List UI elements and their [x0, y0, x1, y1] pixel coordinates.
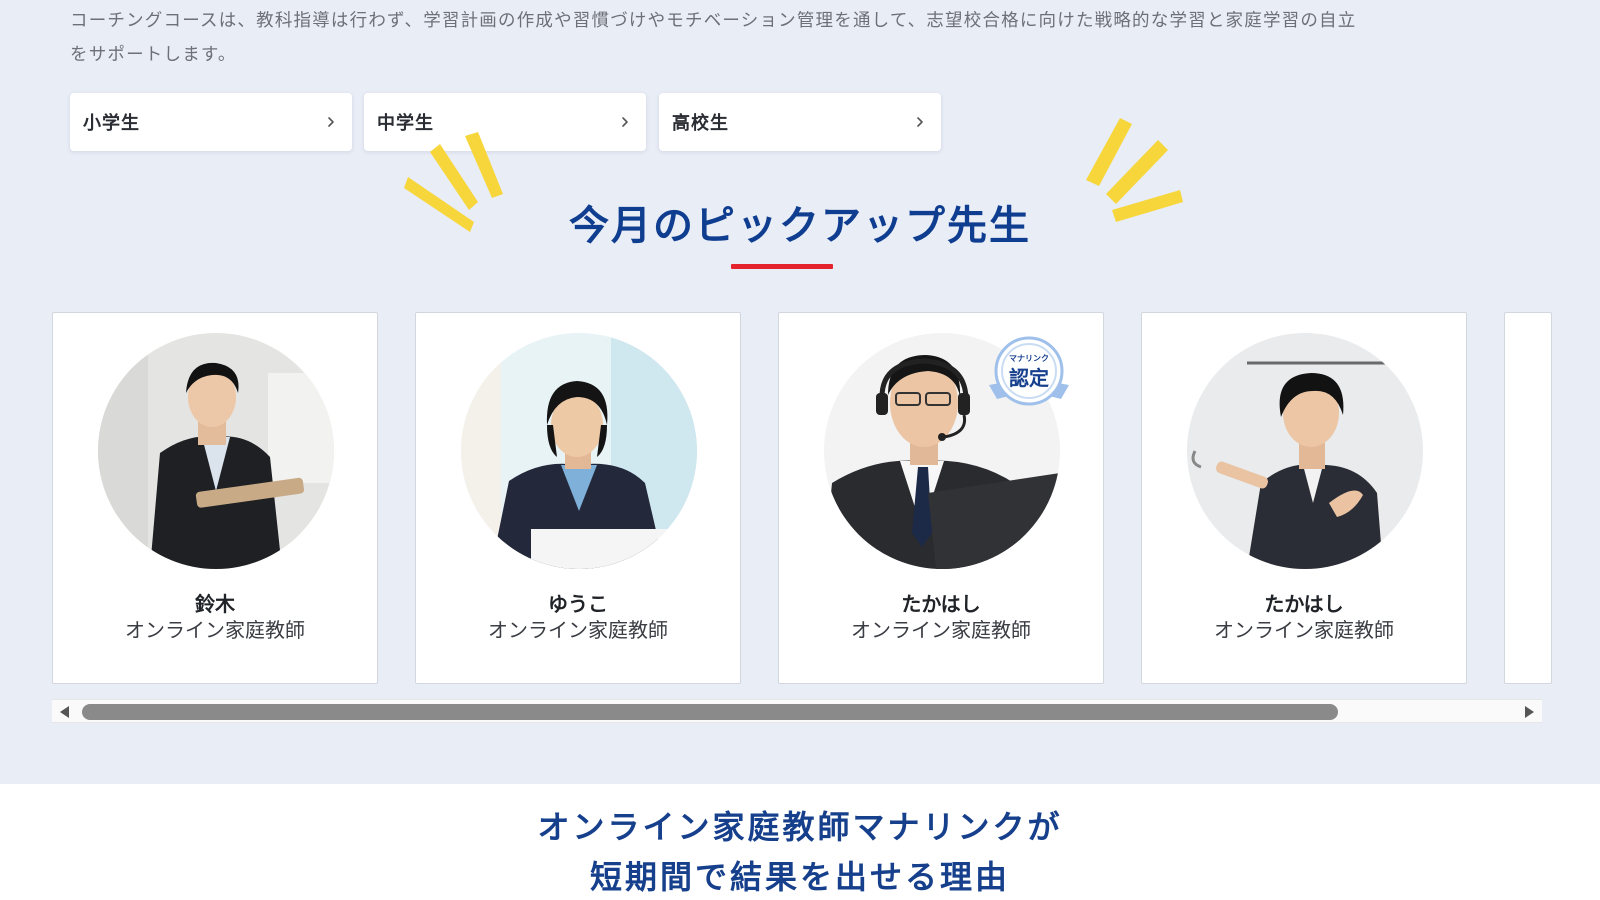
pickup-title: 今月のピックアップ先生 — [569, 203, 1031, 249]
teacher-role: オンライン家庭教師 — [488, 618, 668, 642]
title-underline — [731, 264, 833, 269]
triangle-right-icon[interactable] — [1522, 705, 1536, 719]
grade-label: 小学生 — [83, 113, 140, 134]
teacher-name: たかはし — [901, 592, 981, 616]
description-line-2: をサポートします。 — [70, 45, 237, 65]
teacher-role: オンライン家庭教師 — [125, 618, 305, 642]
reason-title-line-1: オンライン家庭教師マナリンクが — [537, 808, 1063, 846]
badge-main-text: 認定 — [1009, 366, 1049, 390]
teacher-card[interactable]: ゆうこ オンライン家庭教師 — [415, 312, 741, 684]
badge-small-text: マナリンク — [1009, 353, 1049, 363]
teacher-name: たかはし — [1264, 592, 1344, 616]
triangle-left-icon[interactable] — [58, 705, 72, 719]
teacher-role: オンライン家庭教師 — [851, 618, 1031, 642]
teacher-card[interactable]: マナリンク 認定 たかはし オンライン家庭教師 — [778, 312, 1104, 684]
teacher-card[interactable]: 鈴木 オンライン家庭教師 — [52, 312, 378, 684]
chevron-right-icon — [622, 117, 628, 127]
teacher-photo — [1187, 333, 1423, 569]
teacher-role: オンライン家庭教師 — [1214, 618, 1394, 642]
teacher-name: ゆうこ — [548, 592, 608, 616]
horizontal-scrollbar[interactable] — [52, 699, 1542, 723]
grade-button-high-school[interactable]: 高校生 — [659, 93, 941, 151]
reason-title-line-2: 短期間で結果を出せる理由 — [589, 858, 1010, 896]
teacher-photo — [98, 333, 334, 569]
teacher-name: 鈴木 — [195, 592, 235, 616]
teacher-card-partial[interactable] — [1504, 312, 1552, 684]
chevron-right-icon — [328, 117, 334, 127]
burst-left-decoration — [404, 132, 503, 232]
grade-button-elementary[interactable]: 小学生 — [70, 93, 352, 151]
reason-section: オンライン家庭教師マナリンクが 短期間で結果を出せる理由 — [0, 784, 1600, 900]
chevron-right-icon — [917, 117, 923, 127]
certified-badge: マナリンク 認定 — [981, 333, 1077, 415]
teacher-card[interactable]: たかはし オンライン家庭教師 — [1141, 312, 1467, 684]
teacher-photo — [461, 333, 697, 569]
scrollbar-thumb[interactable] — [82, 704, 1338, 720]
description-line-1: コーチングコースは、教科指導は行わず、学習計画の作成や習慣づけやモチベーション管… — [70, 11, 1357, 31]
grade-label: 高校生 — [672, 113, 729, 134]
reason-title: オンライン家庭教師マナリンクが 短期間で結果を出せる理由 — [0, 802, 1600, 900]
coaching-description: コーチングコースは、教科指導は行わず、学習計画の作成や習慣づけやモチベーション管… — [70, 4, 1530, 72]
